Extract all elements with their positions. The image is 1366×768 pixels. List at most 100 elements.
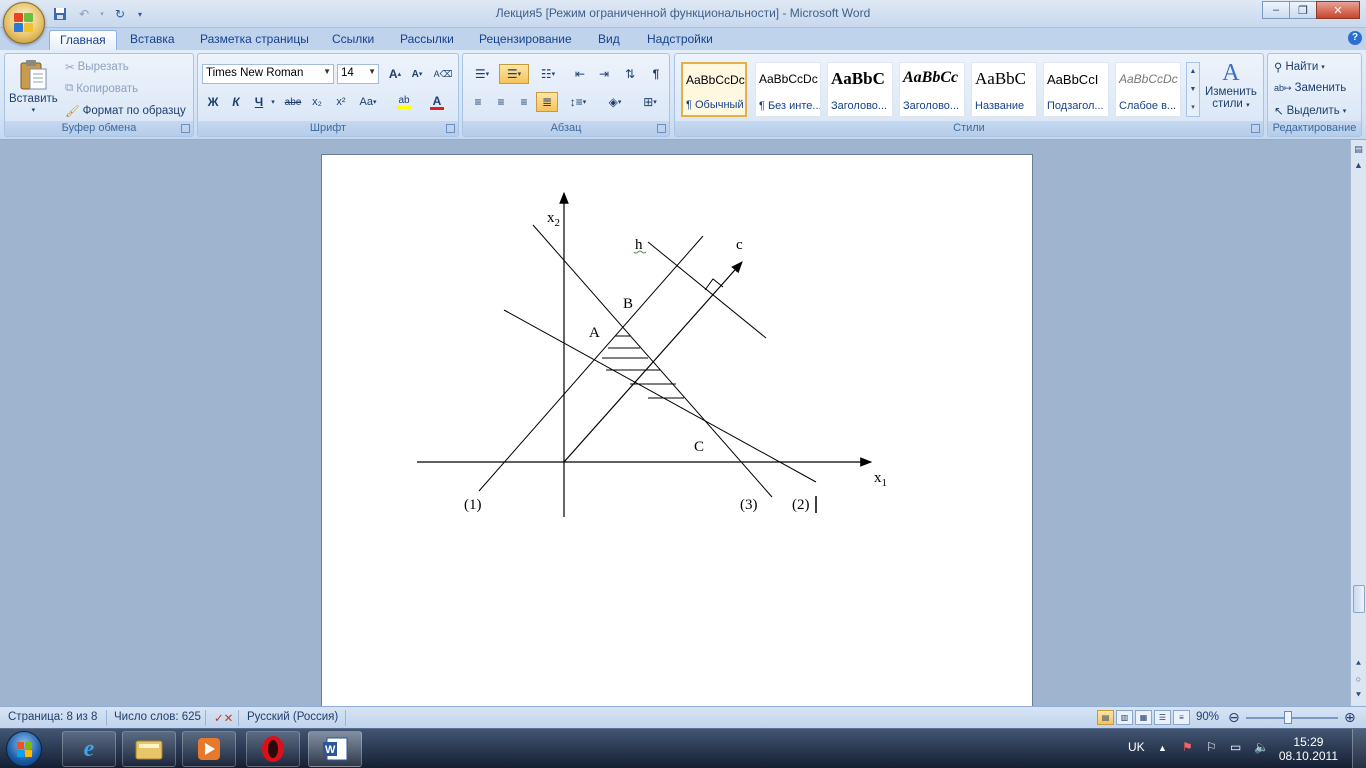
taskbar-media-player[interactable] (182, 731, 236, 767)
paragraph-launcher-icon[interactable] (657, 124, 666, 133)
font-launcher-icon[interactable] (446, 124, 455, 133)
clipboard-launcher-icon[interactable] (181, 124, 190, 133)
font-size-combo[interactable]: 14 ▼ (337, 64, 379, 84)
bold-button[interactable]: Ж (202, 92, 224, 112)
highlight-button[interactable]: ab (389, 92, 419, 112)
word-count[interactable]: Число слов: 625 (114, 711, 201, 723)
language-indicator[interactable]: Русский (Россия) (247, 711, 338, 723)
format-painter-button[interactable]: 🖌 Формат по образцу (65, 104, 186, 118)
help-icon[interactable]: ? (1348, 31, 1362, 45)
zoom-slider-track[interactable] (1246, 717, 1338, 719)
copy-button[interactable]: ⧉ Копировать (65, 82, 138, 95)
style-normal[interactable]: AaBbCcDc ¶ Обычный (681, 62, 747, 117)
style-title[interactable]: AaBbC Название (971, 62, 1037, 117)
taskbar-word[interactable]: W (308, 731, 362, 767)
draft-view-icon[interactable]: ≡ (1173, 710, 1190, 725)
keyboard-language[interactable]: UK (1128, 740, 1145, 754)
italic-button[interactable]: К (225, 92, 247, 112)
sort-button[interactable]: ⇅ (619, 64, 641, 84)
styles-launcher-icon[interactable] (1251, 124, 1260, 133)
close-button[interactable]: ✕ (1316, 1, 1360, 19)
tab-page-layout[interactable]: Разметка страницы (190, 30, 319, 50)
bullets-button[interactable]: ☰ ▾ (467, 64, 497, 84)
maximize-button[interactable]: ❐ (1289, 1, 1317, 19)
numbering-button[interactable]: ☰ ▾ (499, 64, 529, 84)
font-color-button[interactable]: A (422, 92, 452, 112)
tab-references[interactable]: Ссылки (322, 30, 384, 50)
web-layout-icon[interactable]: ▦ (1135, 710, 1152, 725)
style-heading1[interactable]: AaBbC Заголово... (827, 62, 893, 117)
style-subtle-emphasis[interactable]: AaBbCcDc Слабое в... (1115, 62, 1181, 117)
superscript-button[interactable]: x² (330, 92, 352, 112)
increase-indent-button[interactable]: ⇥ (593, 64, 615, 84)
volume-icon[interactable]: 🔈 (1254, 740, 1269, 754)
start-button[interactable] (6, 731, 42, 767)
next-page-icon[interactable]: ⯆ (1353, 690, 1364, 704)
zoom-slider-thumb[interactable] (1284, 711, 1292, 724)
previous-page-icon[interactable]: ⯅ (1353, 658, 1364, 672)
style-subtitle[interactable]: AaBbCcI Подзагол... (1043, 62, 1109, 117)
system-clock[interactable]: 15:29 08.10.2011 (1279, 735, 1338, 763)
subscript-button[interactable]: x₂ (306, 92, 328, 112)
tab-home[interactable]: Главная (49, 30, 117, 50)
full-screen-reading-icon[interactable]: ▥ (1116, 710, 1133, 725)
scroll-up-icon[interactable]: ▲ (1353, 160, 1364, 174)
clear-formatting-button[interactable]: A⌫ (432, 64, 454, 84)
show-desktop-button[interactable] (1352, 729, 1366, 768)
zoom-out-icon[interactable]: ⊖ (1228, 709, 1240, 726)
ruler-toggle-icon[interactable]: ▤ (1353, 144, 1364, 158)
multilevel-list-button[interactable]: ☷ ▾ (533, 64, 563, 84)
browse-object-icon[interactable]: ○ (1353, 674, 1364, 688)
document-page[interactable]: x2 x1 h c A B C (1) (3) (2) (321, 154, 1033, 714)
taskbar-explorer[interactable] (122, 731, 176, 767)
styles-scroll[interactable]: ▲ ▼ ▾ (1186, 62, 1200, 117)
office-button[interactable] (3, 2, 45, 44)
show-hidden-icons[interactable]: ▲ (1158, 743, 1167, 753)
change-case-button[interactable]: Аа ▾ (354, 92, 382, 112)
shrink-font-button[interactable]: A ▾ (406, 64, 428, 84)
shading-button[interactable]: ◈ ▾ (599, 92, 631, 112)
tab-view[interactable]: Вид (588, 30, 630, 50)
decrease-indent-button[interactable]: ⇤ (569, 64, 591, 84)
page-count[interactable]: Страница: 8 из 8 (8, 711, 97, 723)
outline-view-icon[interactable]: ☰ (1154, 710, 1171, 725)
display-icon[interactable]: ▭ (1230, 740, 1241, 754)
font-name-dropdown-icon[interactable]: ▼ (323, 67, 331, 76)
style-heading2[interactable]: AaBbCc Заголово... (899, 62, 965, 117)
tab-mailings[interactable]: Рассылки (390, 30, 464, 50)
underline-button[interactable]: Ч (248, 92, 270, 112)
find-button[interactable]: ⚲ Найти ▾ (1274, 60, 1325, 74)
tab-review[interactable]: Рецензирование (469, 30, 582, 50)
print-layout-view-icon[interactable]: ▤ (1097, 710, 1114, 725)
zoom-level[interactable]: 90% (1196, 711, 1219, 723)
underline-dropdown-icon[interactable]: ▾ (268, 92, 278, 112)
scroll-thumb[interactable] (1353, 585, 1365, 613)
font-size-dropdown-icon[interactable]: ▼ (368, 67, 376, 76)
taskbar-opera[interactable] (246, 731, 300, 767)
change-styles-button[interactable]: A Изменить стили ▾ (1205, 60, 1257, 110)
select-button[interactable]: ↖ Выделить ▾ (1274, 104, 1346, 118)
tab-addins[interactable]: Надстройки (637, 30, 723, 50)
align-center-button[interactable]: ≡ (490, 92, 512, 112)
font-name-combo[interactable]: Times New Roman ▼ (202, 64, 334, 84)
taskbar-ie[interactable]: e (62, 731, 116, 767)
strikethrough-button[interactable]: abe (282, 92, 304, 112)
minimize-button[interactable]: – (1262, 1, 1290, 19)
show-marks-button[interactable]: ¶ (645, 64, 667, 84)
vertical-scrollbar[interactable]: ▤ ▲ ⯅ ○ ⯆ (1350, 140, 1366, 706)
line-spacing-button[interactable]: ↕≡ ▾ (563, 92, 593, 112)
grow-font-button[interactable]: A ▴ (384, 64, 406, 84)
zoom-in-icon[interactable]: ⊕ (1344, 709, 1356, 726)
align-right-button[interactable]: ≡ (513, 92, 535, 112)
align-left-button[interactable]: ≡ (467, 92, 489, 112)
tab-insert[interactable]: Вставка (120, 30, 185, 50)
proofing-icon[interactable]: ✓✕ (214, 711, 233, 725)
justify-button[interactable]: ≣ (536, 92, 558, 112)
action-center-icon[interactable]: ⚐ (1206, 740, 1217, 754)
borders-button[interactable]: ⊞ ▾ (635, 92, 665, 112)
cut-button[interactable]: ✂ Вырезать (65, 60, 129, 74)
style-no-spacing[interactable]: AaBbCcDc ¶ Без инте... (755, 62, 821, 117)
paste-button[interactable]: Вставить ▾ (9, 58, 58, 114)
network-warning-icon[interactable]: ⚑ (1182, 740, 1193, 754)
replace-button[interactable]: ab↦ Заменить (1274, 82, 1346, 94)
